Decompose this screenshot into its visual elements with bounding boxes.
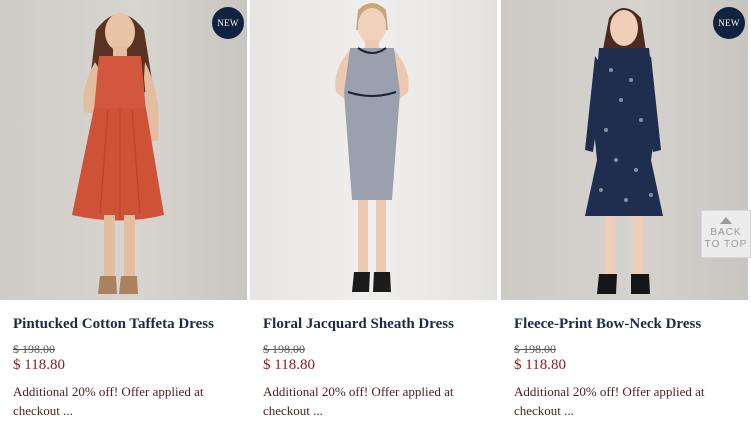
product-title[interactable]: Floral Jacquard Sheath Dress — [263, 316, 497, 333]
back-to-top-button[interactable]: BACK TO TOP — [701, 210, 751, 258]
model-illustration — [72, 13, 164, 294]
arrow-up-icon — [720, 217, 732, 224]
original-price: $ 198.00 — [13, 342, 55, 356]
product-title[interactable]: Pintucked Cotton Taffeta Dress — [13, 316, 247, 333]
original-price: $ 198.00 — [263, 342, 305, 356]
sale-price: $ 118.80 — [13, 357, 65, 373]
new-badge: NEW — [713, 7, 745, 39]
new-badge: NEW — [212, 7, 244, 39]
product-card[interactable]: NEW Pintucked Cotton Taffeta Dress $ 198… — [0, 0, 247, 424]
product-image[interactable] — [250, 0, 497, 300]
product-card[interactable]: Floral Jacquard Sheath Dress $ 198.00 $ … — [250, 0, 497, 424]
sale-price: $ 118.80 — [514, 357, 566, 373]
back-to-top-line1: BACK — [710, 227, 742, 238]
product-title[interactable]: Fleece-Print Bow-Neck Dress — [514, 316, 748, 333]
product-image[interactable]: NEW — [0, 0, 247, 300]
offer-text: Additional 20% off! Offer applied at che… — [514, 384, 705, 418]
offer-text: Additional 20% off! Offer applied at che… — [13, 384, 204, 418]
original-price: $ 198.00 — [514, 342, 556, 356]
offer-text: Additional 20% off! Offer applied at che… — [263, 384, 454, 418]
model-illustration — [335, 3, 409, 292]
back-to-top-line2: TO TOP — [704, 239, 748, 250]
product-grid: NEW Pintucked Cotton Taffeta Dress $ 198… — [0, 0, 751, 424]
sale-price: $ 118.80 — [263, 357, 315, 373]
